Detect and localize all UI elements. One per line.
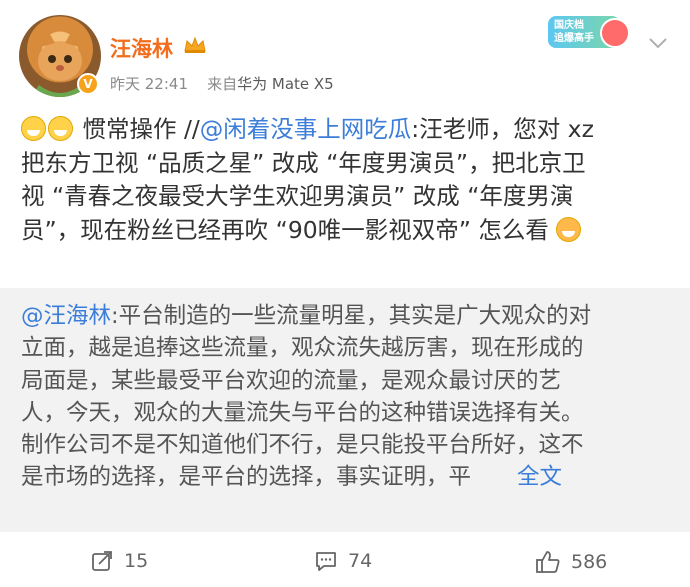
repost-line1-rest: :平台制造的一些流量明星，其实是广大观众的对 [111,303,592,329]
like-count: 586 [571,551,608,573]
repost-line-5: 制作公司不是不知道他们不行，是只能投平台所好，这不 [21,432,584,459]
post-content: 惯常操作 //@闲着没事上网吃瓜:汪老师，您对 xz 把东方卫视 “品质之星” … [21,113,675,247]
full-text-link[interactable]: 全文 [517,464,562,490]
crown-icon [184,36,206,53]
post-line1-rest: :汪老师，您对 xz [411,115,594,143]
repost-card[interactable]: @汪海林:平台制造的一些流量明星，其实是广大观众的对 立面，越是追捧这些流量，观… [0,288,690,532]
post-lead: 惯常操作 // [82,115,200,143]
verified-badge-icon: V [77,73,99,95]
post-line4-text: 员”，现在粉丝已经再吹 “90唯一影视双帝” 怎么看 [21,215,549,244]
mention-link[interactable]: @闲着没事上网吃瓜 [200,115,412,143]
avatar[interactable]: V [19,15,101,97]
post-time: 昨天 22:41 [110,75,188,93]
repost-count: 15 [124,550,149,572]
repost-line-4: 人，今天，观众的大量流失与平台的这种错误选择有关。 [21,399,584,426]
repost-mention-link[interactable]: @汪海林 [21,303,111,329]
repost-line6-text: 是市场的选择，是平台的选择，事实证明，平 [21,464,472,491]
repost-icon [92,551,112,571]
post-line-2: 把东方卫视 “品质之星” 改成 “年度男演员”，把北京卫 [21,148,586,177]
comment-icon [316,552,336,571]
like-icon [536,551,560,573]
promo-badge[interactable]: 国庆档 追爆高手 [548,16,630,48]
device-name[interactable]: 华为 Mate X5 [237,75,334,93]
repost-content: @汪海林:平台制造的一些流量明星，其实是广大观众的对 立面，越是追捧这些流量，观… [21,300,673,494]
chevron-down-icon[interactable] [648,36,668,50]
post-meta: 昨天 22:41 来自华为 Mate X5 [110,73,334,94]
source-prefix: 来自 [207,75,238,93]
repost-button[interactable]: 15 [90,549,148,573]
grin-emoji-icon [21,116,46,141]
post-line-4: 员”，现在粉丝已经再吹 “90唯一影视双帝” 怎么看 [21,214,675,248]
promo-mascot-icon [600,18,630,48]
post-line-3: 视 “青春之夜最受大学生欢迎男演员” 改成 “年度男演 [21,182,574,210]
comment-count: 74 [348,550,373,572]
grin-emoji-icon [48,116,73,141]
drool-emoji-icon [556,216,582,242]
comment-button[interactable]: 74 [314,549,372,573]
repost-line-6: 是市场的选择，是平台的选择，事实证明，平 全文 [21,461,673,493]
repost-line-3: 局面是，某些最受平台欢迎的流量，是观众最讨厌的艺 [21,367,562,394]
weibo-post: V 汪海林 昨天 22:41 来自华为 Mate X5 国庆档 追爆高手 惯常操… [0,0,690,587]
username[interactable]: 汪海林 [110,33,173,63]
repost-line-1: @汪海林:平台制造的一些流量明星，其实是广大观众的对 [21,300,673,332]
action-bar: 15 74 586 [0,534,690,587]
repost-line-2: 立面，越是追捧这些流量，观众流失越厉害，现在形成的 [21,335,584,362]
like-button[interactable]: 586 [535,549,607,575]
post-line-1: 惯常操作 //@闲着没事上网吃瓜:汪老师，您对 xz [21,113,675,147]
